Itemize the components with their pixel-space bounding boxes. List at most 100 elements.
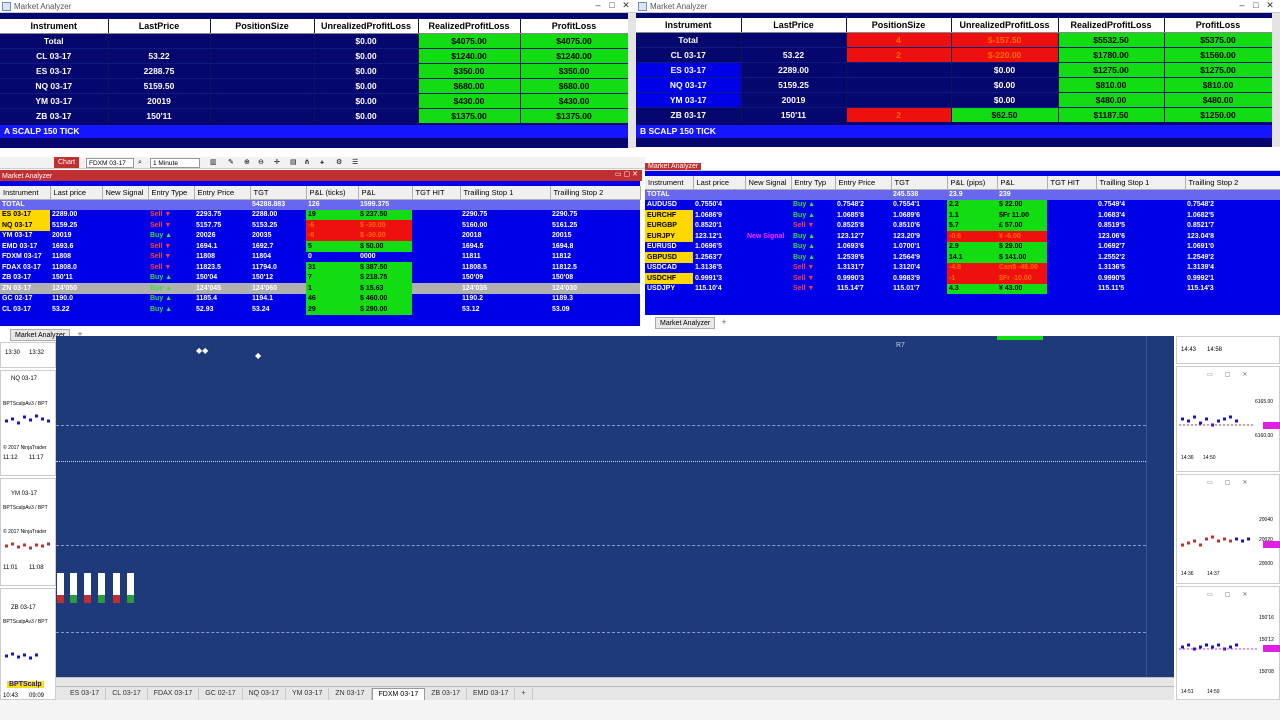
chart-scrollbar[interactable] [56,677,1174,686]
col-instrument[interactable]: Instrument [636,18,742,33]
table-row[interactable]: GC 02-17 1190.0 Buy ▲ 1185.4 1194.1 46 $ 460.0… [0,293,640,304]
total-row[interactable]: TOTAL 245.538 23.9 239 [645,189,1280,200]
table-row[interactable]: ES 03-17 2288.75 $0.00 $350.00 $350.00 [0,62,629,78]
strategy-icon[interactable]: ⋔ [304,157,310,169]
table-row[interactable]: ZB 03-17 150'11 $0.00 $1375.00 $1375.00 [0,107,629,123]
col-trailling-stop-2[interactable]: Trailling Stop 2 [1185,176,1280,190]
properties-icon[interactable]: ▤ [290,157,297,169]
col-tgt-hit[interactable]: TGT HIT [412,186,461,200]
table-row[interactable]: EURJPY 123.12'1 New Signal Buy ▲ 123.12'7 123… [645,231,1280,242]
table-row[interactable]: CL 03-17 53.22 Buy ▲ 52.93 53.24 29 $ 290.00 53… [0,304,640,315]
minimize-icon[interactable]: – [1236,0,1248,11]
col-p-l-pips[interactable]: P&L (pips) [947,176,998,190]
maximize-icon[interactable]: □ [606,0,618,11]
col-entry-typ[interactable]: Entry Typ [791,176,836,190]
chart-tab[interactable]: ES 03-17 [64,687,107,700]
left-mini-chart-nq[interactable]: NQ 03-17 BPTScalpAv3 / BPT © 2017 NinjaT… [0,370,56,476]
table-row[interactable]: ES 03-17 2289.00 $0.00 $1275.00 $1275.00 [636,61,1273,77]
col-p-l[interactable]: P&L [358,186,413,200]
left-mini-chart-zb[interactable]: ZB 03-17 BPTScalpAv3 / BPT BPTScalp 10:4… [0,588,56,700]
scrollbar-top-right[interactable] [1272,13,1280,147]
col-trailling-stop-1[interactable]: Trailling Stop 1 [1096,176,1186,190]
col-entry-type[interactable]: Entry Type [148,186,195,200]
table-row[interactable]: ZN 03-17 124'050 Buy ▲ 124'045 124'060 1 $ 15.… [0,283,640,294]
col-instrument[interactable]: Instrument [0,19,109,34]
col-new-signal[interactable]: New Signal [102,186,149,200]
chart-tab[interactable]: GC 02-17 [199,687,243,700]
add-tab-icon[interactable]: + [515,687,533,700]
col-realized[interactable]: RealizedProfitLoss [418,19,521,34]
crosshair-icon[interactable]: ✛ [274,157,280,169]
table-row[interactable]: CL 03-17 53.22 2 $-220.00 $1780.00 $1560.00 [636,46,1273,62]
chart-tab[interactable]: FDAX 03-17 [148,687,200,700]
indicator-icon[interactable]: ⚹ [320,157,324,169]
col-profit-loss[interactable]: ProfitLoss [1164,18,1273,33]
data-box-icon[interactable]: ☰ [352,157,358,169]
col-position-size[interactable]: PositionSize [846,18,952,33]
table-row[interactable]: YM 03-17 20019 $0.00 $480.00 $480.00 [636,91,1273,107]
total-row[interactable]: Total 4 $-157.50 $5532.50 $5375.00 [636,31,1273,47]
instrument-select[interactable]: FDXM 03-17 [86,158,134,168]
col-tgt[interactable]: TGT [891,176,948,190]
left-mini-top[interactable]: 13:30 13:32 [0,342,56,368]
pencil-icon[interactable]: ✎ [228,157,234,169]
close-icon[interactable]: ✕ [1264,0,1276,11]
table-row[interactable]: EURUSD 1.0696'5 Buy ▲ 1.0693'6 1.0700'1 2.9 $ … [645,241,1280,252]
col-position-size[interactable]: PositionSize [210,19,315,34]
col-last-price[interactable]: Last price [693,176,746,190]
table-row[interactable]: USDCHF 0.9991'3 Sell ▼ 0.9990'3 0.9983'9 -1 $F… [645,273,1280,284]
col-instrument[interactable]: Instrument [645,176,694,190]
col-entry-price[interactable]: Entry Price [835,176,892,190]
chart-tab[interactable]: CL 03-17 [106,687,148,700]
table-row[interactable]: NQ 03-17 5159.25 Sell ▼ 5157.75 5153.25 -6 $ -… [0,220,640,231]
table-row[interactable]: NQ 03-17 5159.50 $0.00 $680.00 $680.00 [0,77,629,93]
scrollbar-top-left[interactable] [628,13,636,148]
col-tgt-hit[interactable]: TGT HIT [1047,176,1097,190]
table-row[interactable]: NQ 03-17 5159.25 $0.00 $810.00 $810.00 [636,76,1273,92]
zoom-in-icon[interactable]: ⊕ [244,157,250,169]
window-titlebar-top-right[interactable]: Market Analyzer – □ ✕ [636,0,1280,13]
market-analyzer-tab-right[interactable]: Market Analyzer [655,317,716,329]
col-unrealized[interactable]: UnrealizedProfitLoss [951,18,1059,33]
chart-tab[interactable]: Chart [54,157,80,168]
table-row[interactable]: EURGBP 0.8520'1 Sell ▼ 0.8525'8 0.8510'6 5.7 £… [645,220,1280,231]
col-profit-loss[interactable]: ProfitLoss [520,19,629,34]
col-realized[interactable]: RealizedProfitLoss [1058,18,1165,33]
table-row[interactable]: CL 03-17 53.22 $0.00 $1240.00 $1240.00 [0,47,629,63]
total-row[interactable]: Total $0.00 $4075.00 $4075.00 [0,32,629,48]
main-chart-panel[interactable] [56,336,1174,686]
chart-tab[interactable]: ZB 03-17 [425,687,468,700]
col-last-price[interactable]: Last price [50,186,103,200]
table-row[interactable]: FDXM 03-17 11808 Sell ▼ 11808 11804 0 0000 1181… [0,252,640,263]
window-titlebar-top-left[interactable]: Market Analyzer – □ ✕ [0,0,636,13]
total-row[interactable]: TOTAL 54288.883 126 1599.375 [0,199,640,210]
right-mini-chart-2[interactable]: ▭▢✕ 20040 20020 20000 14:36 14:37 [1176,474,1280,584]
col-entry-price[interactable]: Entry Price [194,186,251,200]
close-icon[interactable]: ✕ [620,0,632,11]
chart-tab[interactable]: ZN 03-17 [329,687,372,700]
right-mini-top[interactable]: 14:43 14:58 [1176,336,1280,364]
table-row[interactable]: YM 03-17 20019 $0.00 $430.00 $430.00 [0,92,629,108]
settings-icon[interactable]: ⚙ [336,157,342,169]
col-trailling-stop-2[interactable]: Trailling Stop 2 [550,186,641,200]
add-tab-icon[interactable]: + [718,317,730,329]
col-new-signal[interactable]: New Signal [745,176,792,190]
col-instrument[interactable]: Instrument [0,186,51,200]
table-row[interactable]: EURCHF 1.0686'9 Buy ▲ 1.0685'8 1.0689'6 1.1 $F… [645,210,1280,221]
col-last-price[interactable]: LastPrice [741,18,847,33]
maximize-icon[interactable]: □ [1250,0,1262,11]
right-mini-chart-3[interactable]: ▭▢✕ 150'16 150'12 150'08 14:51 14:59 [1176,586,1280,700]
table-row[interactable]: ZB 03-17 150'11 Buy ▲ 150'04 150'12 7 $ 218.75… [0,272,640,283]
chart-tab[interactable]: EMD 03-17 [467,687,516,700]
table-row[interactable]: FDAX 03-17 11808.0 Sell ▼ 11823.5 11794.0 31 $… [0,262,640,273]
col-tgt[interactable]: TGT [250,186,307,200]
table-row[interactable]: AUDUSD 0.7550'4 Buy ▲ 0.7548'2 0.7554'1 2.2 $ … [645,199,1280,210]
col-p-l[interactable]: P&L [997,176,1048,190]
table-row[interactable]: EMD 03-17 1693.6 Sell ▼ 1694.1 1692.7 5 $ 50.0… [0,241,640,252]
interval-select[interactable]: 1 Minute [150,158,200,168]
table-row[interactable]: ZB 03-17 150'11 2 $62.50 $1187.50 $1250.00 [636,106,1273,122]
table-row[interactable]: USDCAD 1.3136'5 Sell ▼ 1.3131'7 1.3120'4 -4.8… [645,262,1280,273]
left-mini-chart-ym[interactable]: YM 03-17 BPTScalpAv3 / BPT © 2017 NinjaT… [0,478,56,586]
chart-tab[interactable]: FDXM 03-17 [371,687,426,700]
zoom-out-icon[interactable]: ⊖ [258,157,264,169]
